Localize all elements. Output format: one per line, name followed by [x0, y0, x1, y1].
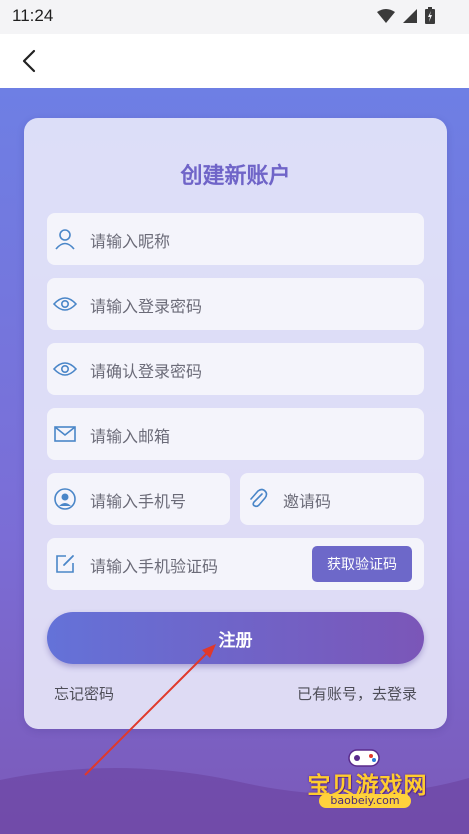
watermark-url: baobeiy.com	[319, 794, 411, 808]
watermark: 宝贝游戏网 baobeiy.com	[295, 742, 440, 814]
game-controller-logo	[348, 749, 380, 767]
annotation-arrow	[84, 644, 216, 776]
